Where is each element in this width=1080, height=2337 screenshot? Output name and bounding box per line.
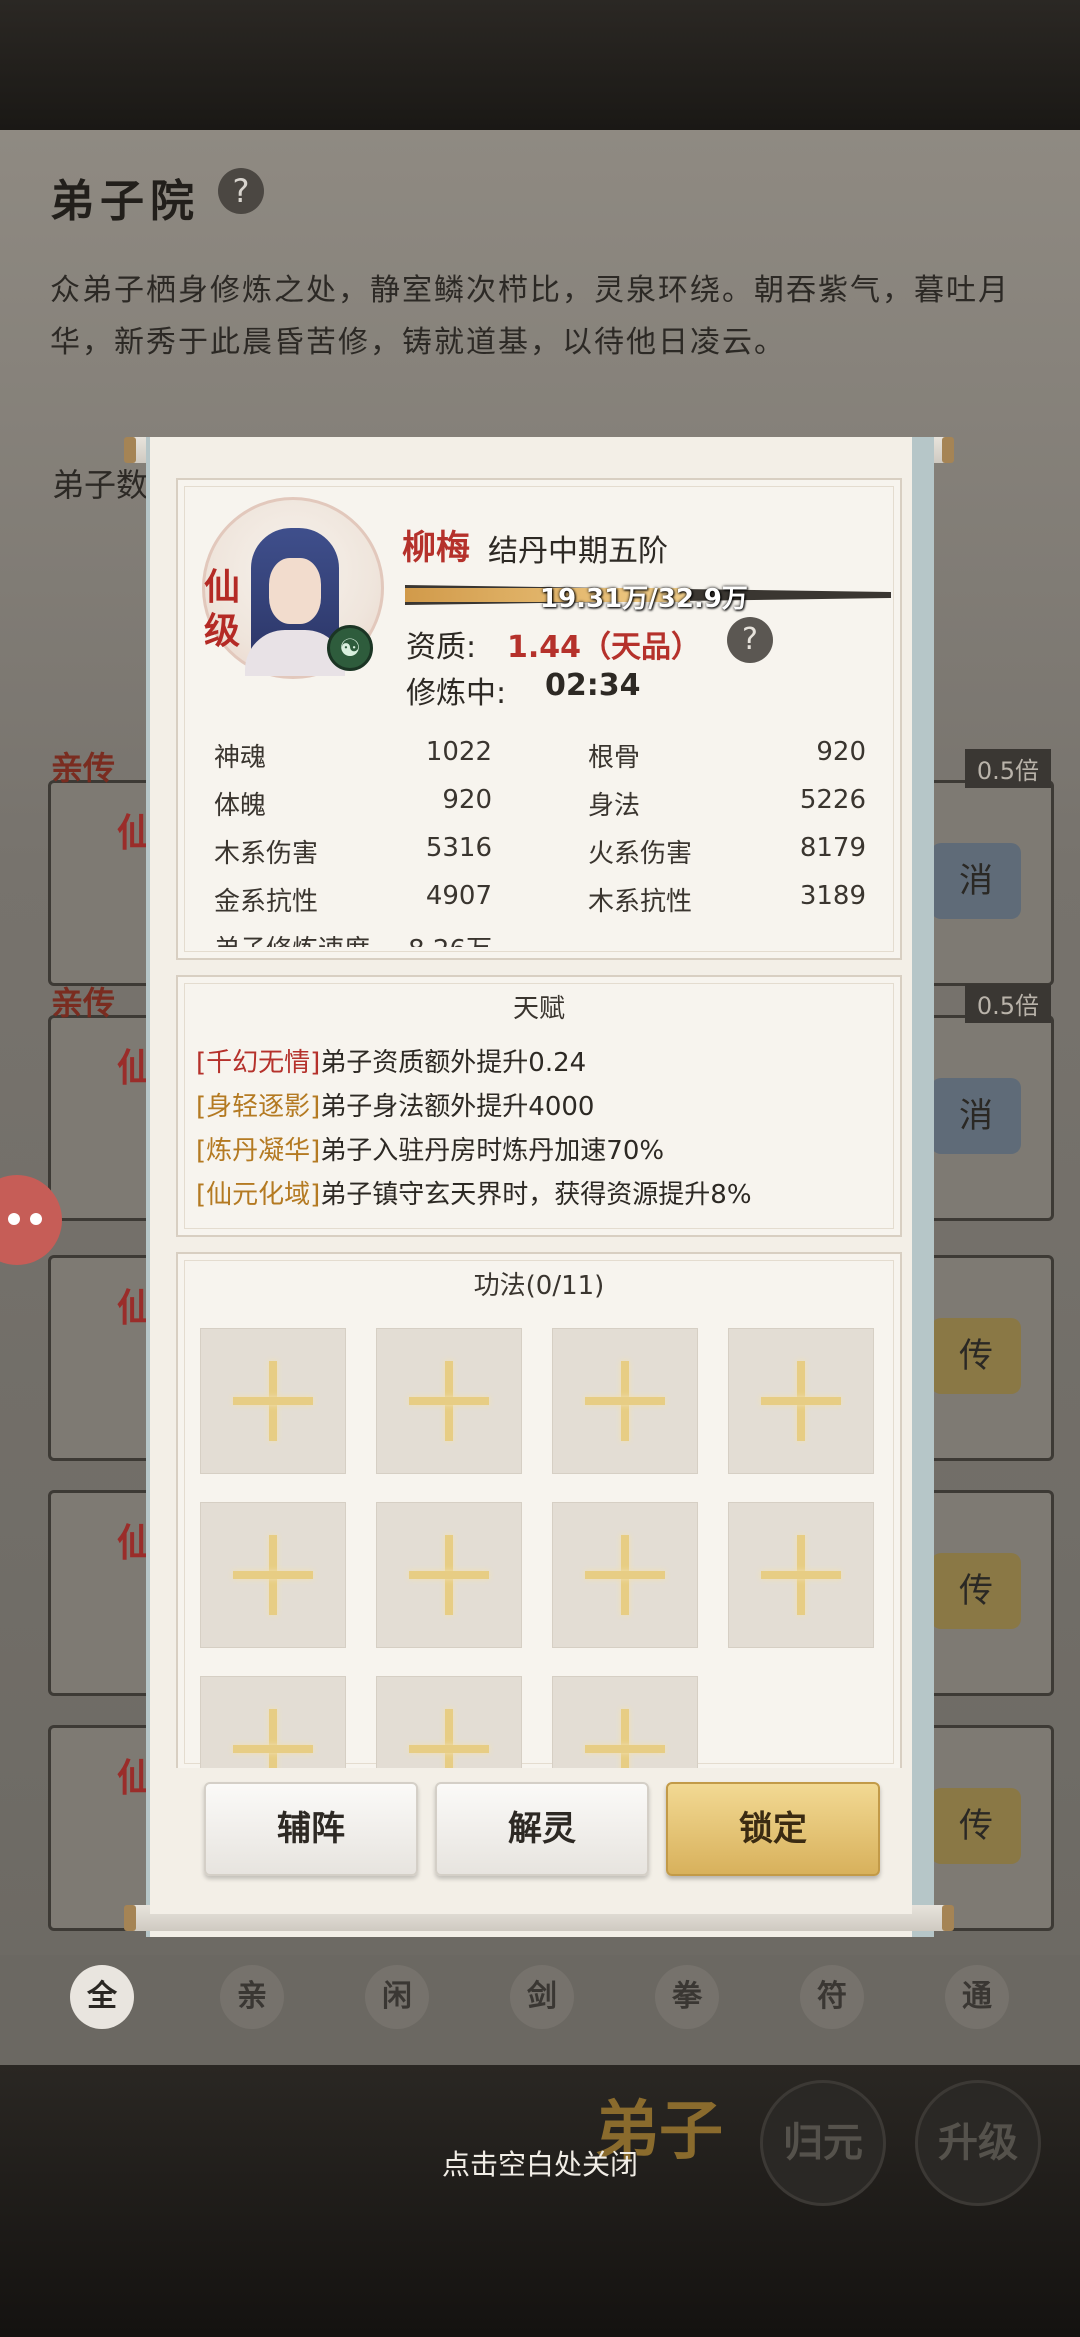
plus-icon	[409, 1709, 489, 1768]
stat-value: 920	[816, 737, 866, 767]
rod-cap	[124, 437, 136, 463]
technique-slot[interactable]	[552, 1502, 698, 1648]
talent-tag: [千幻无情]	[196, 1048, 321, 1078]
close-hint[interactable]: 点击空白处关闭	[0, 2143, 1080, 2183]
talent-text: 弟子资质额外提升0.24	[320, 1048, 587, 1078]
stats-grid[interactable]: 神魂 1022 根骨 920 体魄 920 身法 5226 木系伤害 5316 …	[200, 727, 880, 947]
card-action-button[interactable]: 消	[931, 843, 1021, 919]
technique-slot[interactable]	[552, 1676, 698, 1768]
training-label: 修炼中:	[406, 676, 507, 711]
card-action-button[interactable]: 传	[931, 1318, 1021, 1394]
release-button[interactable]: 解灵	[435, 1782, 649, 1876]
plus-icon	[585, 1361, 665, 1441]
talent-item: [仙元化域]弟子镇守玄天界时，获得资源提升8%	[196, 1174, 752, 1211]
technique-slot[interactable]	[376, 1676, 522, 1768]
stat-label: 火系伤害	[588, 839, 693, 869]
card-multiplier: 0.5倍	[964, 984, 1051, 1023]
card-action-button[interactable]: 消	[931, 1078, 1021, 1154]
stat-label: 体魄	[214, 791, 267, 821]
card-action-button[interactable]: 传	[931, 1553, 1021, 1629]
talent-tag: [仙元化域]	[196, 1180, 321, 1210]
technique-slot[interactable]	[552, 1328, 698, 1474]
page-description: 众弟子栖身修炼之处，静室鳞次栉比，灵泉环绕。朝吞紫气，暮吐月华，新秀于此晨昏苦修…	[50, 273, 1010, 360]
technique-slots	[200, 1328, 880, 1768]
technique-slot[interactable]	[728, 1502, 874, 1648]
stat-label: 金系抗性	[214, 887, 319, 917]
tab-all[interactable]: 全	[70, 1965, 134, 2029]
stat-value: 1022	[425, 737, 492, 767]
aptitude-label: 资质:	[406, 630, 477, 665]
technique-slot[interactable]	[200, 1328, 346, 1474]
tab-sword[interactable]: 剑	[510, 1965, 574, 2029]
rod-cap	[942, 437, 954, 463]
tab-idle[interactable]: 闲	[365, 1965, 429, 2029]
technique-slot[interactable]	[200, 1676, 346, 1768]
plus-icon	[761, 1361, 841, 1441]
eye-dot	[8, 1213, 20, 1225]
top-band	[0, 0, 1080, 130]
bottom-nav	[0, 2065, 1080, 2337]
stat-label: 神魂	[214, 743, 267, 773]
formation-button[interactable]: 辅阵	[204, 1782, 418, 1876]
disciple-name: 柳梅	[402, 528, 470, 568]
plus-icon	[233, 1535, 313, 1615]
plus-icon	[409, 1361, 489, 1441]
talent-tag: [炼丹凝华]	[196, 1136, 321, 1166]
stat-value: 5316	[425, 833, 492, 863]
aptitude-help-icon[interactable]: ?	[727, 617, 773, 663]
talent-item: [身轻逐影]弟子身法额外提升4000	[196, 1086, 594, 1123]
exp-text: 19.31万/32.9万	[540, 584, 748, 614]
avatar-face	[269, 558, 321, 624]
tab-general[interactable]: 通	[945, 1965, 1009, 2029]
technique-slot[interactable]	[376, 1502, 522, 1648]
stat-value: 3189	[799, 881, 866, 911]
plus-icon	[233, 1361, 313, 1441]
disciple-count-label: 弟子数	[52, 466, 149, 504]
technique-slot[interactable]	[728, 1328, 874, 1474]
card-tag: 亲传	[51, 749, 116, 787]
cultivation-rank: 结丹中期五阶	[488, 534, 668, 569]
stat-value: 5226	[799, 785, 866, 815]
wood-element-icon: ☯	[327, 625, 373, 671]
talent-text: 弟子入驻丹房时炼丹加速70%	[320, 1136, 665, 1166]
talent-item: [炼丹凝华]弟子入驻丹房时炼丹加速70%	[196, 1130, 664, 1167]
talent-tag: [身轻逐影]	[196, 1092, 321, 1122]
stat-label: 木系伤害	[214, 839, 319, 869]
plus-icon	[233, 1709, 313, 1768]
stat-value: 920	[442, 785, 492, 815]
plus-icon	[761, 1535, 841, 1615]
grade-seal: 仙级	[204, 566, 241, 652]
stat-value: 4907	[425, 881, 492, 911]
help-icon[interactable]: ?	[218, 168, 264, 214]
aptitude-value: 1.44（天品）	[507, 630, 702, 665]
lock-button[interactable]: 锁定	[666, 1782, 880, 1876]
technique-slot[interactable]	[376, 1328, 522, 1474]
training-timer: 02:34	[545, 668, 641, 703]
plus-icon	[409, 1535, 489, 1615]
talent-item: [千幻无情]弟子资质额外提升0.24	[196, 1042, 586, 1079]
plus-icon	[585, 1535, 665, 1615]
technique-section-title: 功法(0/11)	[473, 1271, 605, 1301]
talent-text: 弟子身法额外提升4000	[320, 1092, 595, 1122]
stat-label: 根骨	[588, 743, 641, 773]
tab-personal[interactable]: 亲	[220, 1965, 284, 2029]
card-tag: 亲传	[51, 984, 116, 1022]
talent-section-title: 天赋	[512, 994, 565, 1024]
card-multiplier: 0.5倍	[964, 749, 1051, 788]
stat-label: 木系抗性	[588, 887, 693, 917]
rod-cap	[124, 1905, 136, 1931]
plus-icon	[585, 1709, 665, 1768]
stat-value: 8179	[799, 833, 866, 863]
stat-value: 8.26万	[372, 929, 492, 947]
technique-slot[interactable]	[200, 1502, 346, 1648]
stat-label: 弟子修炼速度	[214, 929, 370, 947]
page-title: 弟子院	[50, 176, 200, 227]
tab-fist[interactable]: 拳	[655, 1965, 719, 2029]
card-action-button[interactable]: 传	[931, 1788, 1021, 1864]
eye-dot	[30, 1213, 42, 1225]
talent-text: 弟子镇守玄天界时，获得资源提升8%	[320, 1180, 752, 1210]
tab-talisman[interactable]: 符	[800, 1965, 864, 2029]
stat-label: 身法	[588, 791, 641, 821]
rod-cap	[942, 1905, 954, 1931]
